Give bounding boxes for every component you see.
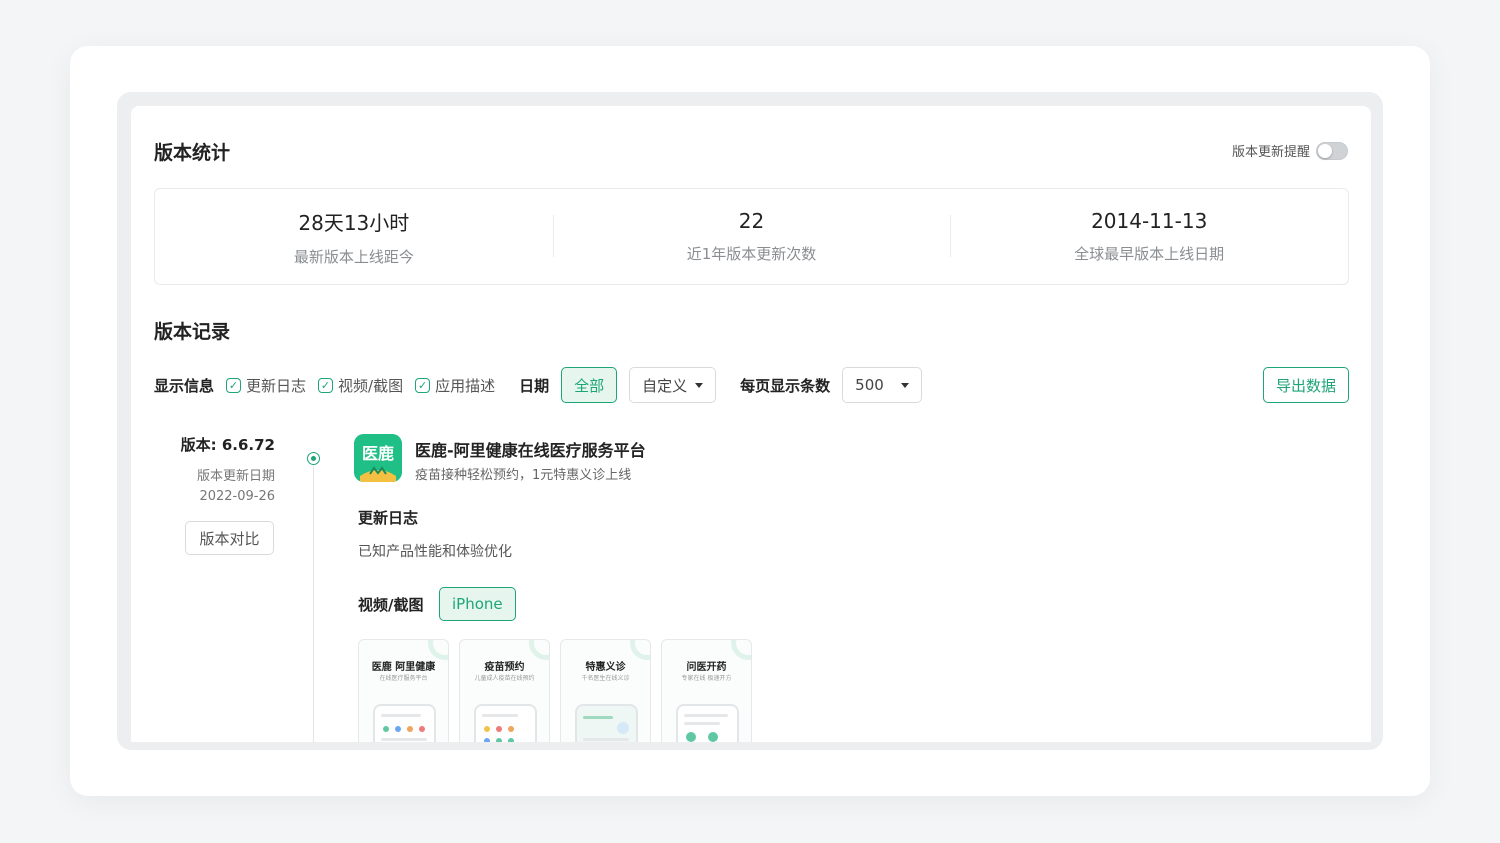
- stat-label: 近1年版本更新次数: [686, 245, 817, 263]
- stat-latest-release: 28天13小时 最新版本上线距今: [155, 189, 553, 284]
- timeline-line: [313, 466, 314, 742]
- per-page-value: 500: [855, 376, 884, 394]
- records-section-title: 版本记录: [154, 321, 231, 343]
- caret-down-icon: [901, 382, 910, 388]
- update-reminder-label: 版本更新提醒: [1231, 145, 1310, 160]
- filter-bar: 显示信息 ✓ 更新日志 ✓ 视频/截图 ✓ 应用描述 日期 全部 自定义 每页显…: [154, 367, 1349, 403]
- screenshot-title: 特惠义诊: [585, 662, 626, 673]
- app-icon-text: 医鹿: [362, 444, 394, 463]
- screenshot-subtitle: 千名医生在线义诊: [581, 675, 630, 682]
- check-icon: ✓: [318, 377, 334, 393]
- screenshot-title: 问医开药: [686, 662, 727, 673]
- phone-mockup: [373, 704, 436, 742]
- update-log-text: 已知产品性能和体验优化: [358, 544, 512, 560]
- app-name: 医鹿-阿里健康在线医疗服务平台: [415, 441, 646, 460]
- update-log-heading: 更新日志: [358, 509, 419, 527]
- decorative-arc: [428, 640, 448, 660]
- phone-mockup: [474, 704, 537, 742]
- stat-value: 2014-11-13: [1091, 209, 1208, 233]
- toggle-knob: [1318, 143, 1332, 158]
- checkbox-video-screenshot[interactable]: ✓ 视频/截图: [318, 375, 403, 396]
- version-date: 2022-09-26: [199, 489, 275, 504]
- decorative-arc: [630, 640, 650, 660]
- stat-update-count: 22 近1年版本更新次数: [552, 189, 951, 284]
- media-heading: 视频/截图: [358, 596, 424, 614]
- checkbox-label: 应用描述: [435, 376, 496, 395]
- version-info: 版本: 6.6.72 版本更新日期 2022-09-26: [171, 434, 275, 504]
- screenshot-subtitle: 专家在线 极速开方: [681, 675, 732, 682]
- stat-value: 28天13小时: [298, 210, 410, 235]
- stat-label: 全球最早版本上线日期: [1074, 245, 1225, 263]
- checkbox-update-log[interactable]: ✓ 更新日志: [226, 375, 306, 396]
- timeline-dot: [307, 452, 320, 465]
- date-all-button[interactable]: 全部: [561, 367, 618, 403]
- date-custom-label: 自定义: [642, 376, 688, 395]
- version-date-label: 版本更新日期: [196, 469, 275, 484]
- version-compare-button[interactable]: 版本对比: [185, 521, 274, 555]
- checkbox-app-description[interactable]: ✓ 应用描述: [415, 375, 495, 396]
- stat-value: 22: [738, 209, 765, 233]
- per-page-label: 每页显示条数: [740, 376, 831, 395]
- app-icon: 医鹿: [354, 434, 402, 482]
- main-panel: 版本统计 版本更新提醒 28天13小时 最新版本上线距今 22 近1年版本更新次…: [131, 106, 1371, 742]
- screenshot-subtitle: 在线医疗服务平台: [379, 675, 428, 682]
- stat-earliest-date: 2014-11-13 全球最早版本上线日期: [950, 189, 1348, 284]
- checkbox-label: 视频/截图: [338, 376, 404, 395]
- screenshot-subtitle: 儿童成人疫苗在线预约: [474, 675, 535, 682]
- screenshot-thumbnail[interactable]: 疫苗预约 儿童成人疫苗在线预约: [459, 639, 550, 742]
- version-number: 版本: 6.6.72: [180, 436, 275, 454]
- per-page-select[interactable]: 500: [842, 367, 923, 403]
- device-tab-iphone[interactable]: iPhone: [439, 587, 516, 621]
- stat-label: 最新版本上线距今: [293, 247, 414, 266]
- check-icon: ✓: [226, 377, 242, 393]
- screenshot-thumbnail[interactable]: 医鹿 阿里健康 在线医疗服务平台: [358, 639, 449, 742]
- screenshot-list: 医鹿 阿里健康 在线医疗服务平台 疫苗预约 儿童成人疫苗在线预约 特惠义诊 千名…: [358, 639, 752, 742]
- date-label: 日期: [519, 376, 550, 395]
- screenshot-title: 医鹿 阿里健康: [371, 662, 436, 673]
- display-info-label: 显示信息: [154, 376, 215, 395]
- stats-section-title: 版本统计: [154, 142, 231, 164]
- decorative-arc: [731, 640, 751, 660]
- screenshot-thumbnail[interactable]: 特惠义诊 千名医生在线义诊: [560, 639, 651, 742]
- update-reminder: 版本更新提醒: [1232, 141, 1348, 160]
- date-custom-dropdown[interactable]: 自定义: [629, 367, 717, 403]
- update-reminder-toggle[interactable]: [1316, 141, 1348, 160]
- caret-down-icon: [695, 382, 704, 388]
- screenshot-title: 疫苗预约: [484, 662, 525, 673]
- app-subtitle: 疫苗接种轻松预约，1元特惠义诊上线: [415, 468, 632, 483]
- stats-box: 28天13小时 最新版本上线距今 22 近1年版本更新次数 2014-11-13…: [154, 188, 1349, 285]
- phone-mockup: [575, 704, 638, 742]
- export-data-button[interactable]: 导出数据: [1262, 367, 1349, 403]
- app-logo-icon: 医鹿: [354, 434, 402, 482]
- decorative-arc: [529, 640, 549, 660]
- check-icon: ✓: [415, 377, 431, 393]
- screenshot-thumbnail[interactable]: 问医开药 专家在线 极速开方: [661, 639, 752, 742]
- phone-mockup: [676, 704, 739, 742]
- checkbox-label: 更新日志: [246, 376, 307, 395]
